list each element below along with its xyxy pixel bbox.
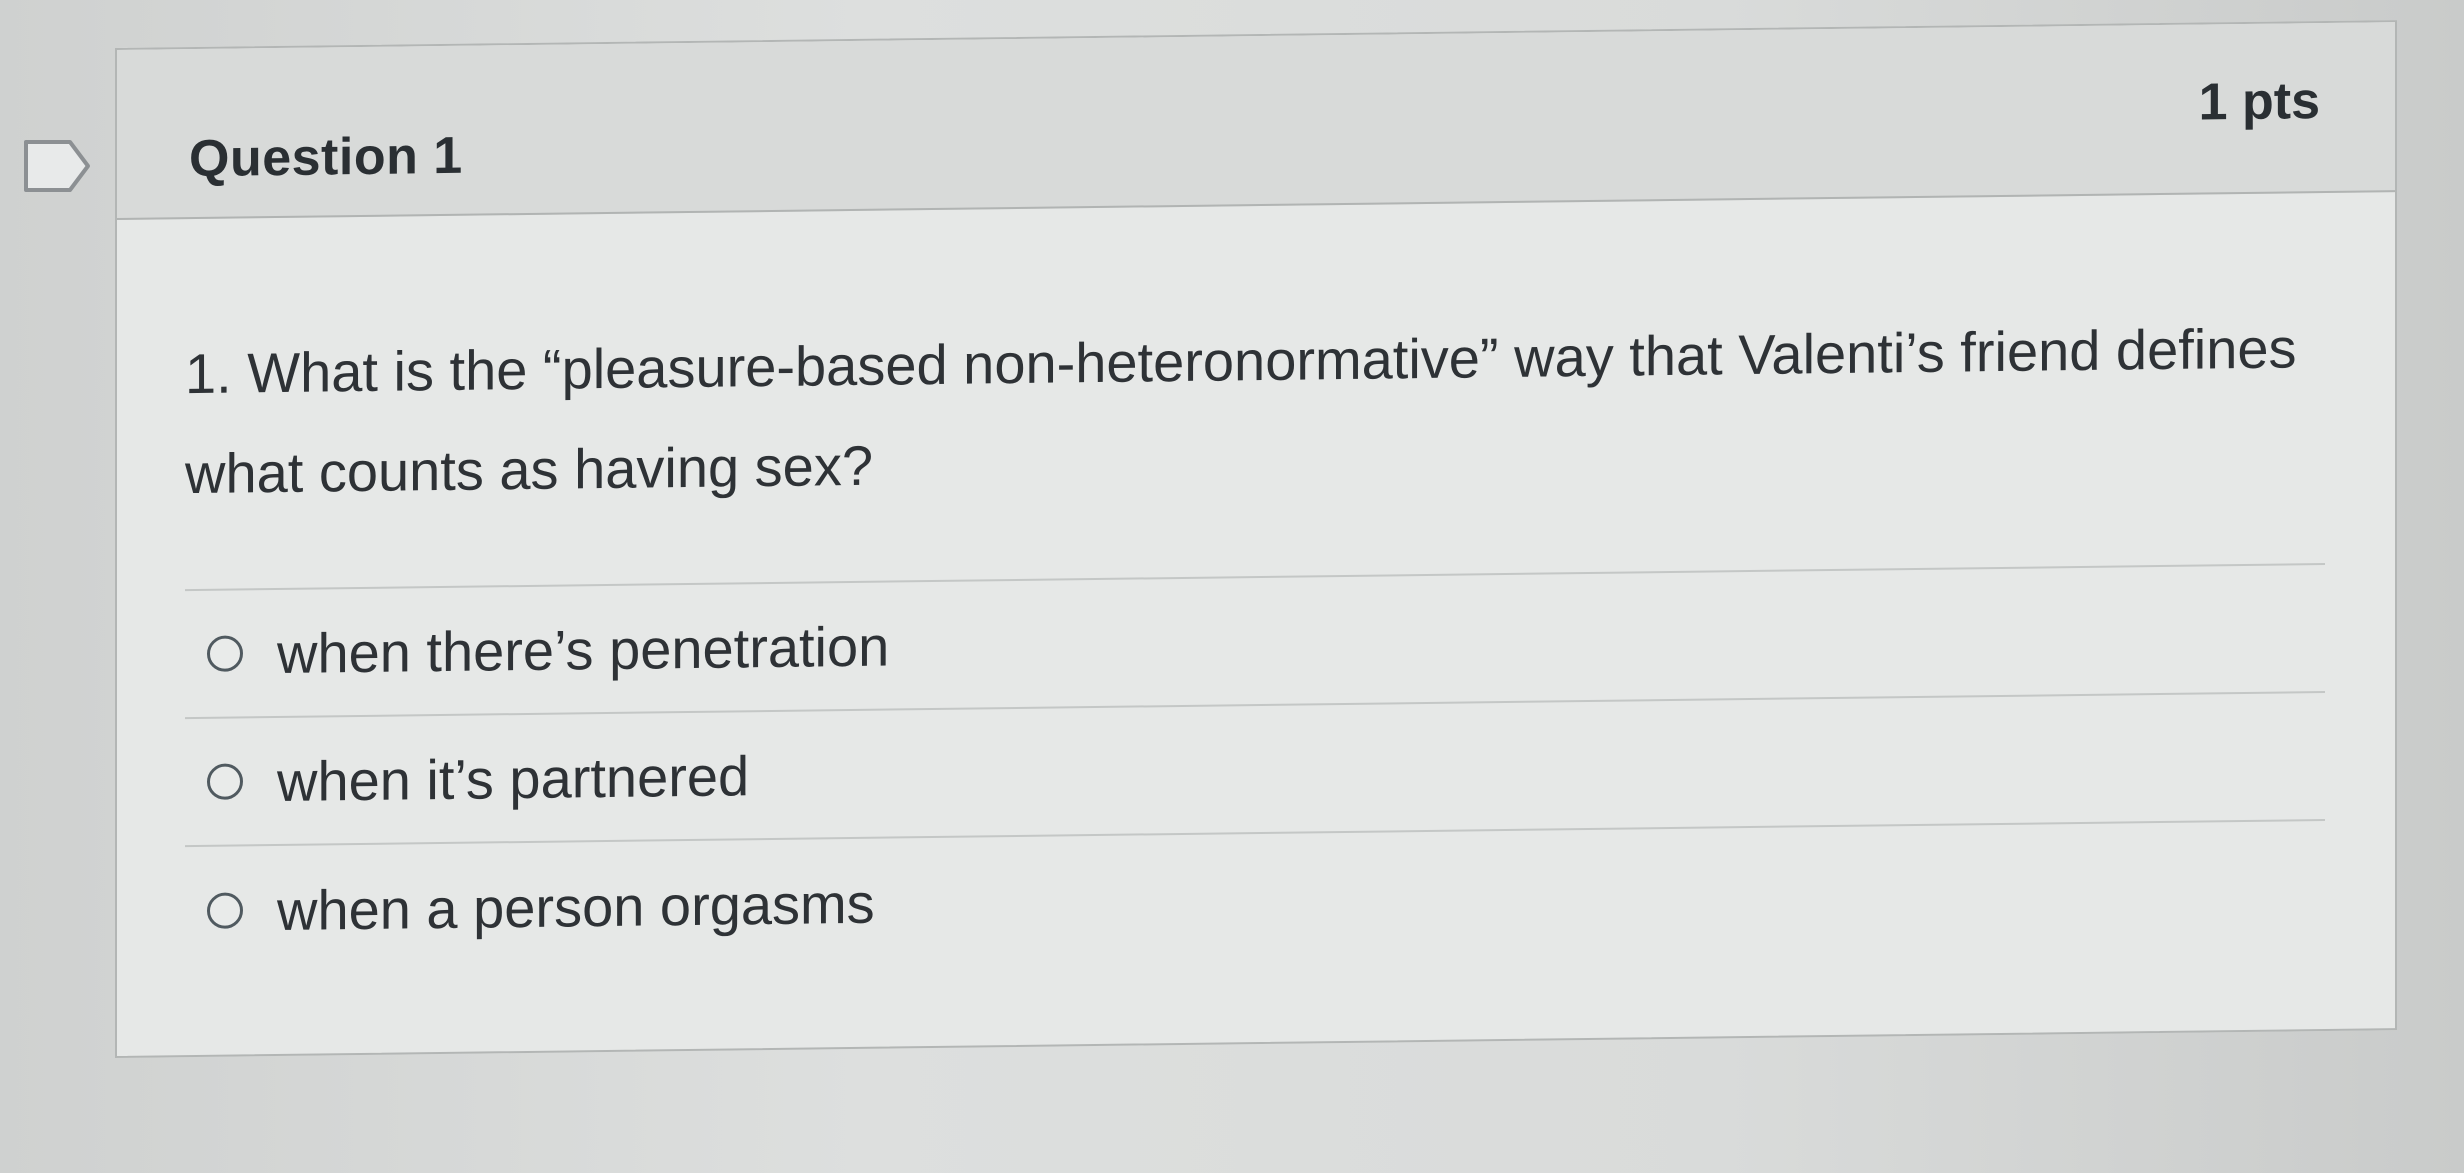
answer-option-3[interactable]: when a person orgasms [185,821,2325,975]
answer-list: when there’s penetration when it’s partn… [185,562,2325,975]
answer-label: when a person orgasms [277,871,875,942]
question-text: 1. What is the “pleasure-based non-heter… [185,316,2297,506]
question-body: 1. What is the “pleasure-based non-heter… [117,192,2395,1060]
question-header: Question 1 1 pts [117,22,2395,220]
radio-button-icon[interactable] [207,763,243,800]
bookmark-flag-icon[interactable] [22,138,92,194]
radio-button-icon[interactable] [207,635,243,672]
answer-label: when there’s penetration [277,614,890,685]
question-points: 1 pts [2198,72,2320,132]
quiz-page: Question 1 1 pts 1. What is the “pleasur… [0,0,2464,1173]
question-title: Question 1 [189,126,463,189]
question-card: Question 1 1 pts 1. What is the “pleasur… [115,20,2397,1058]
radio-button-icon[interactable] [207,892,243,929]
answer-label: when it’s partnered [277,743,750,813]
